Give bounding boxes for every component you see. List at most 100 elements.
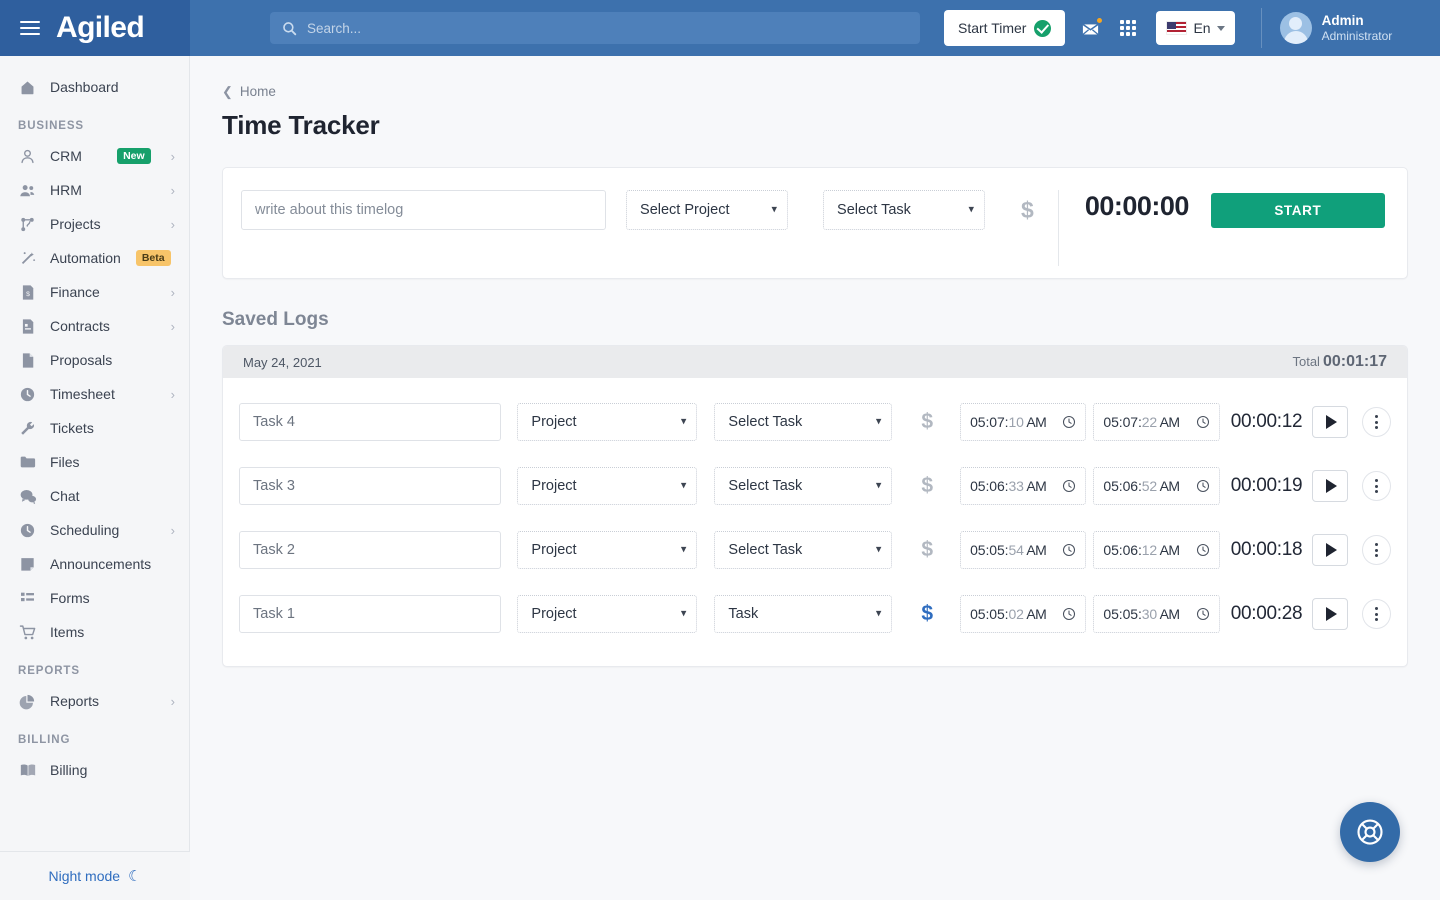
saved-logs-header: May 24, 2021 Total 00:01:17	[223, 346, 1407, 378]
log-task-select-wrapper: Select Task ▾	[714, 467, 893, 505]
sidebar-item-label: CRM	[50, 148, 82, 164]
app-logo[interactable]: Agiled	[56, 13, 145, 43]
header-right: Search... Start Timer En Admin Administr…	[190, 0, 1440, 56]
sidebar-item-automation[interactable]: Automation Beta›	[0, 241, 189, 275]
sidebar-item-items[interactable]: Items	[0, 615, 189, 649]
log-project-select[interactable]: Project	[517, 531, 698, 569]
sidebar-item-projects[interactable]: Projects ›	[0, 207, 189, 241]
users-icon	[18, 181, 37, 200]
sidebar-item-dashboard[interactable]: Dashboard	[0, 70, 189, 104]
task-select[interactable]: Select Task	[823, 190, 986, 230]
log-play-button[interactable]	[1312, 470, 1349, 502]
log-task-select[interactable]: Select Task	[714, 403, 893, 441]
log-project-select[interactable]: Project	[517, 595, 698, 633]
sidebar-item-finance[interactable]: $ Finance ›	[0, 275, 189, 309]
sidebar-item-tickets[interactable]: Tickets	[0, 411, 189, 445]
log-play-button[interactable]	[1312, 598, 1349, 630]
sidebar-item-files[interactable]: Files	[0, 445, 189, 479]
log-task-select[interactable]: Task	[714, 595, 893, 633]
user-name: Admin	[1321, 12, 1364, 28]
start-timer-button[interactable]: Start Timer	[944, 10, 1066, 46]
sidebar-item-reports[interactable]: Reports ›	[0, 684, 189, 718]
log-start-time-input[interactable]: 05:05:02 AM	[960, 595, 1087, 633]
log-project-select-wrapper: Project ▾	[517, 595, 698, 633]
log-billable-dollar-icon[interactable]: $	[921, 602, 933, 626]
log-start-time-input[interactable]: 05:06:33 AM	[960, 467, 1087, 505]
search-placeholder: Search...	[307, 20, 362, 36]
log-end-time-input[interactable]: 05:07:22 AM	[1093, 403, 1220, 441]
timelog-note-input[interactable]	[241, 190, 607, 230]
sidebar-item-announcements[interactable]: Announcements	[0, 547, 189, 581]
timer-card: Select Project ▾ Select Task ▾ $ 00:00:0…	[222, 167, 1408, 279]
chevron-down-icon	[1216, 25, 1225, 31]
log-play-button[interactable]	[1312, 534, 1349, 566]
clock-icon	[18, 521, 37, 540]
log-end-time-input[interactable]: 05:06:12 AM	[1093, 531, 1220, 569]
logs-total: Total 00:01:17	[1292, 353, 1387, 371]
log-task-name-input[interactable]	[239, 467, 502, 505]
sidebar-item-label: Reports	[50, 693, 100, 709]
sidebar-item-billing[interactable]: Billing	[0, 753, 189, 787]
log-project-select-wrapper: Project ▾	[517, 467, 698, 505]
sidebar-item-hrm[interactable]: HRM ›	[0, 173, 189, 207]
breadcrumb[interactable]: ❮ Home	[222, 84, 1408, 99]
log-task-select[interactable]: Select Task	[714, 467, 893, 505]
sidebar-item-proposals[interactable]: Proposals	[0, 343, 189, 377]
night-mode-toggle[interactable]: Night mode ☾	[0, 851, 190, 900]
breadcrumb-home-link[interactable]: Home	[240, 84, 276, 99]
log-more-options-button[interactable]	[1362, 599, 1392, 629]
log-task-name-input[interactable]	[239, 595, 502, 633]
moon-icon: ☾	[128, 867, 142, 885]
log-play-button[interactable]	[1312, 406, 1349, 438]
logs-total-label: Total	[1292, 354, 1320, 369]
project-select[interactable]: Select Project	[626, 190, 789, 230]
timer-display: 00:00:00	[1084, 191, 1190, 221]
log-task-select[interactable]: Select Task	[714, 531, 893, 569]
language-selector[interactable]: En	[1156, 11, 1235, 45]
log-project-select[interactable]: Project	[517, 467, 698, 505]
log-start-time-input[interactable]: 05:07:10 AM	[960, 403, 1087, 441]
billable-dollar-icon[interactable]: $	[1021, 190, 1034, 230]
folder-icon	[18, 453, 37, 472]
sidebar-item-crm[interactable]: CRM New ›	[0, 139, 189, 173]
chevron-right-icon: ›	[170, 148, 175, 164]
search-input[interactable]: Search...	[270, 12, 920, 44]
log-duration: 00:00:18	[1230, 539, 1303, 560]
log-billable-dollar-icon[interactable]: $	[921, 538, 933, 562]
log-start-time-input[interactable]: 05:05:54 AM	[960, 531, 1087, 569]
table-row: Project ▾ Select Task ▾ $ 05:07:10 AM 05…	[239, 390, 1392, 454]
log-project-select[interactable]: Project	[517, 403, 698, 441]
mail-icon-button[interactable]	[1077, 16, 1104, 41]
log-billable-dollar-icon[interactable]: $	[921, 474, 933, 498]
task-select-wrapper: Select Task ▾	[823, 190, 986, 230]
play-icon	[1325, 479, 1337, 493]
table-row: Project ▾ Task ▾ $ 05:05:02 AM 05:05:30 …	[239, 582, 1392, 646]
log-more-options-button[interactable]	[1362, 407, 1392, 437]
support-fab-button[interactable]	[1340, 802, 1400, 862]
sidebar-item-timesheet[interactable]: Timesheet ›	[0, 377, 189, 411]
sidebar-item-forms[interactable]: Forms	[0, 581, 189, 615]
log-billable-dollar-icon[interactable]: $	[921, 410, 933, 434]
log-more-options-button[interactable]	[1362, 471, 1392, 501]
log-more-options-button[interactable]	[1362, 535, 1392, 565]
sidebar-item-chat[interactable]: Chat	[0, 479, 189, 513]
start-button[interactable]: START	[1210, 193, 1386, 228]
chevron-right-icon: ›	[170, 216, 175, 232]
sidebar-item-label: Announcements	[50, 556, 152, 572]
sidebar-item-label: HRM	[50, 182, 82, 198]
sidebar-item-contracts[interactable]: Contracts ›	[0, 309, 189, 343]
log-end-time-value: 05:06:52 AM	[1103, 478, 1180, 494]
svg-text:$: $	[26, 290, 30, 297]
hamburger-icon[interactable]	[20, 21, 40, 35]
user-menu[interactable]: Admin Administrator	[1260, 8, 1392, 48]
sidebar-item-scheduling[interactable]: Scheduling ›	[0, 513, 189, 547]
sidebar-item-label: Tickets	[50, 420, 94, 436]
home-icon	[18, 78, 37, 97]
log-task-name-input[interactable]	[239, 403, 502, 441]
log-end-time-input[interactable]: 05:06:52 AM	[1093, 467, 1220, 505]
apps-grid-button[interactable]	[1116, 16, 1140, 40]
log-task-name-input[interactable]	[239, 531, 502, 569]
sidebar-item-label: Timesheet	[50, 386, 115, 402]
book-icon	[18, 761, 37, 780]
log-end-time-input[interactable]: 05:05:30 AM	[1093, 595, 1220, 633]
